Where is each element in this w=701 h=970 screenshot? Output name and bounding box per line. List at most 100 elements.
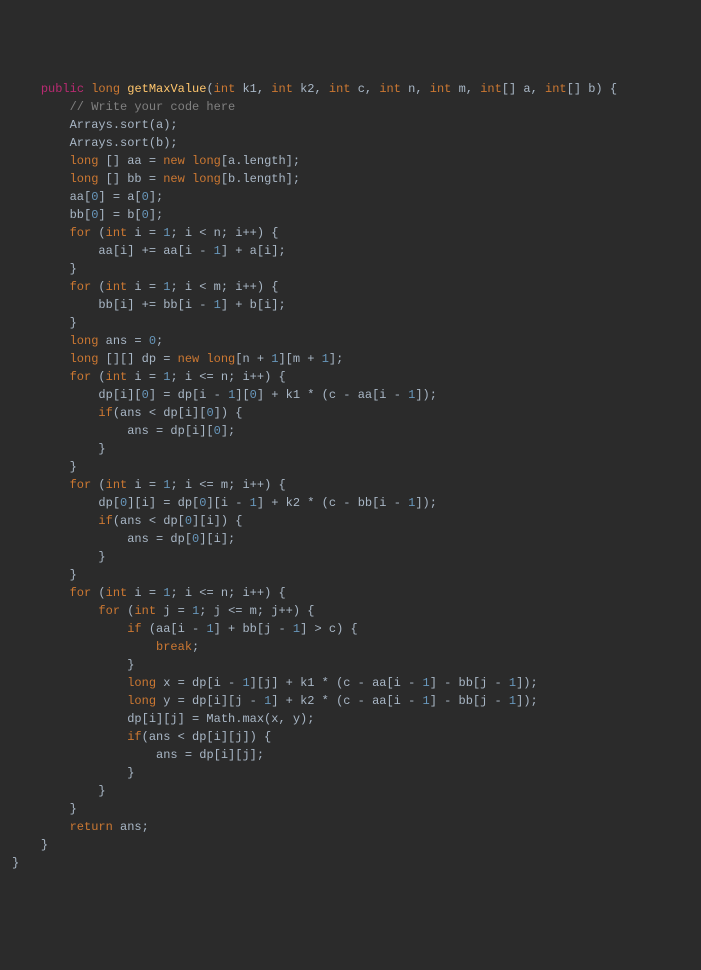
code-token: if bbox=[127, 622, 141, 636]
code-token: 1 bbox=[423, 694, 430, 708]
code-token: ans = bbox=[98, 334, 148, 348]
code-token: } bbox=[41, 838, 48, 852]
code-line: long [] bb = new long[b.length]; bbox=[12, 170, 689, 188]
code-token: dp[ bbox=[98, 496, 120, 510]
code-token: 1 bbox=[206, 622, 213, 636]
code-line: } bbox=[12, 836, 689, 854]
code-token: long bbox=[192, 172, 221, 186]
code-line: for (int i = 1; i < n; i++) { bbox=[12, 224, 689, 242]
code-token: k2, bbox=[293, 82, 329, 96]
code-token: 1 bbox=[242, 676, 249, 690]
code-line: for (int i = 1; i < m; i++) { bbox=[12, 278, 689, 296]
code-token: 1 bbox=[250, 496, 257, 510]
code-token bbox=[185, 172, 192, 186]
code-token: long bbox=[70, 334, 99, 348]
code-token: i = bbox=[127, 586, 163, 600]
code-token: int bbox=[430, 82, 452, 96]
code-token: c, bbox=[351, 82, 380, 96]
code-token: break bbox=[156, 640, 192, 654]
code-token: aa[ bbox=[70, 190, 92, 204]
code-token: Arrays.sort(b); bbox=[70, 136, 178, 150]
code-token: int bbox=[329, 82, 351, 96]
code-line: } bbox=[12, 656, 689, 674]
code-line: long ans = 0; bbox=[12, 332, 689, 350]
code-token: bb[ bbox=[70, 208, 92, 222]
code-token: int bbox=[106, 280, 128, 294]
code-token: if bbox=[98, 514, 112, 528]
code-token: [] a, bbox=[502, 82, 545, 96]
code-token: 1 bbox=[214, 298, 221, 312]
code-token: [] bb = bbox=[98, 172, 163, 186]
code-token: ][i] = dp[ bbox=[127, 496, 199, 510]
code-line: } bbox=[12, 548, 689, 566]
code-line: // Write your code here bbox=[12, 98, 689, 116]
code-line: long y = dp[i][j - 1] + k2 * (c - aa[i -… bbox=[12, 692, 689, 710]
code-token: 1 bbox=[422, 676, 429, 690]
code-token: [b.length]; bbox=[221, 172, 300, 186]
code-line: } bbox=[12, 800, 689, 818]
code-token: ; i <= n; i++) { bbox=[170, 370, 285, 384]
code-token: new bbox=[163, 172, 185, 186]
code-token: ; bbox=[192, 640, 199, 654]
code-token: ] = dp[i - bbox=[149, 388, 228, 402]
code-line: long x = dp[i - 1][j] + k1 * (c - aa[i -… bbox=[12, 674, 689, 692]
code-line: aa[0] = a[0]; bbox=[12, 188, 689, 206]
code-token: y = dp[i][j - bbox=[156, 694, 264, 708]
code-token: 0 bbox=[206, 406, 213, 420]
code-line: dp[0][i] = dp[0][i - 1] + k2 * (c - bb[i… bbox=[12, 494, 689, 512]
code-token: for bbox=[70, 226, 92, 240]
code-token: return bbox=[70, 820, 113, 834]
code-token: ][i - bbox=[206, 496, 249, 510]
code-token: for bbox=[70, 586, 92, 600]
code-line: } bbox=[12, 260, 689, 278]
code-token: ]; bbox=[329, 352, 343, 366]
code-token: long bbox=[206, 352, 235, 366]
code-token: ] > c) { bbox=[300, 622, 358, 636]
code-line: ans = dp[i][0]; bbox=[12, 422, 689, 440]
code-editor[interactable]: public long getMaxValue(int k1, int k2, … bbox=[12, 80, 689, 872]
code-line: for (int i = 1; i <= n; i++) { bbox=[12, 584, 689, 602]
code-token: new bbox=[163, 154, 185, 168]
code-line: if(ans < dp[i][j]) { bbox=[12, 728, 689, 746]
code-token: 0 bbox=[142, 388, 149, 402]
code-token: ]; bbox=[221, 424, 235, 438]
code-token: public bbox=[41, 82, 84, 96]
code-token: int bbox=[545, 82, 567, 96]
code-token: ] = a[ bbox=[98, 190, 141, 204]
code-token: int bbox=[134, 604, 156, 618]
code-token: ] + k2 * (c - bb[i - bbox=[257, 496, 408, 510]
code-line: ans = dp[i][j]; bbox=[12, 746, 689, 764]
code-token: ; j <= m; j++) { bbox=[199, 604, 314, 618]
code-token: ( bbox=[91, 226, 105, 240]
code-token: } bbox=[70, 262, 77, 276]
code-token: ans = dp[i][ bbox=[127, 424, 213, 438]
code-line: long [][] dp = new long[n + 1][m + 1]; bbox=[12, 350, 689, 368]
code-token: 1 bbox=[322, 352, 329, 366]
code-token: Arrays.sort(a); bbox=[70, 118, 178, 132]
code-token: ( bbox=[206, 82, 213, 96]
code-token: ] - bb[j - bbox=[430, 694, 509, 708]
code-line: if (aa[i - 1] + bb[j - 1] > c) { bbox=[12, 620, 689, 638]
code-line: for (int i = 1; i <= m; i++) { bbox=[12, 476, 689, 494]
code-token: int bbox=[379, 82, 401, 96]
code-token: ]; bbox=[149, 208, 163, 222]
code-token: dp[i][j] = Math.max(x, y); bbox=[127, 712, 314, 726]
code-token: int bbox=[271, 82, 293, 96]
code-token: k1, bbox=[235, 82, 271, 96]
code-token: } bbox=[70, 568, 77, 582]
code-token: ] = b[ bbox=[98, 208, 141, 222]
code-line: return ans; bbox=[12, 818, 689, 836]
code-token: j = bbox=[156, 604, 192, 618]
code-token: i = bbox=[127, 280, 163, 294]
code-token: x = dp[i - bbox=[156, 676, 242, 690]
code-token: ( bbox=[91, 280, 105, 294]
code-token: } bbox=[70, 460, 77, 474]
code-line: break; bbox=[12, 638, 689, 656]
code-token: long bbox=[127, 694, 156, 708]
code-token: int bbox=[480, 82, 502, 96]
code-token: ]); bbox=[516, 694, 538, 708]
code-token: int bbox=[214, 82, 236, 96]
code-line: for (int i = 1; i <= n; i++) { bbox=[12, 368, 689, 386]
code-token: } bbox=[12, 856, 19, 870]
code-line: dp[i][j] = Math.max(x, y); bbox=[12, 710, 689, 728]
